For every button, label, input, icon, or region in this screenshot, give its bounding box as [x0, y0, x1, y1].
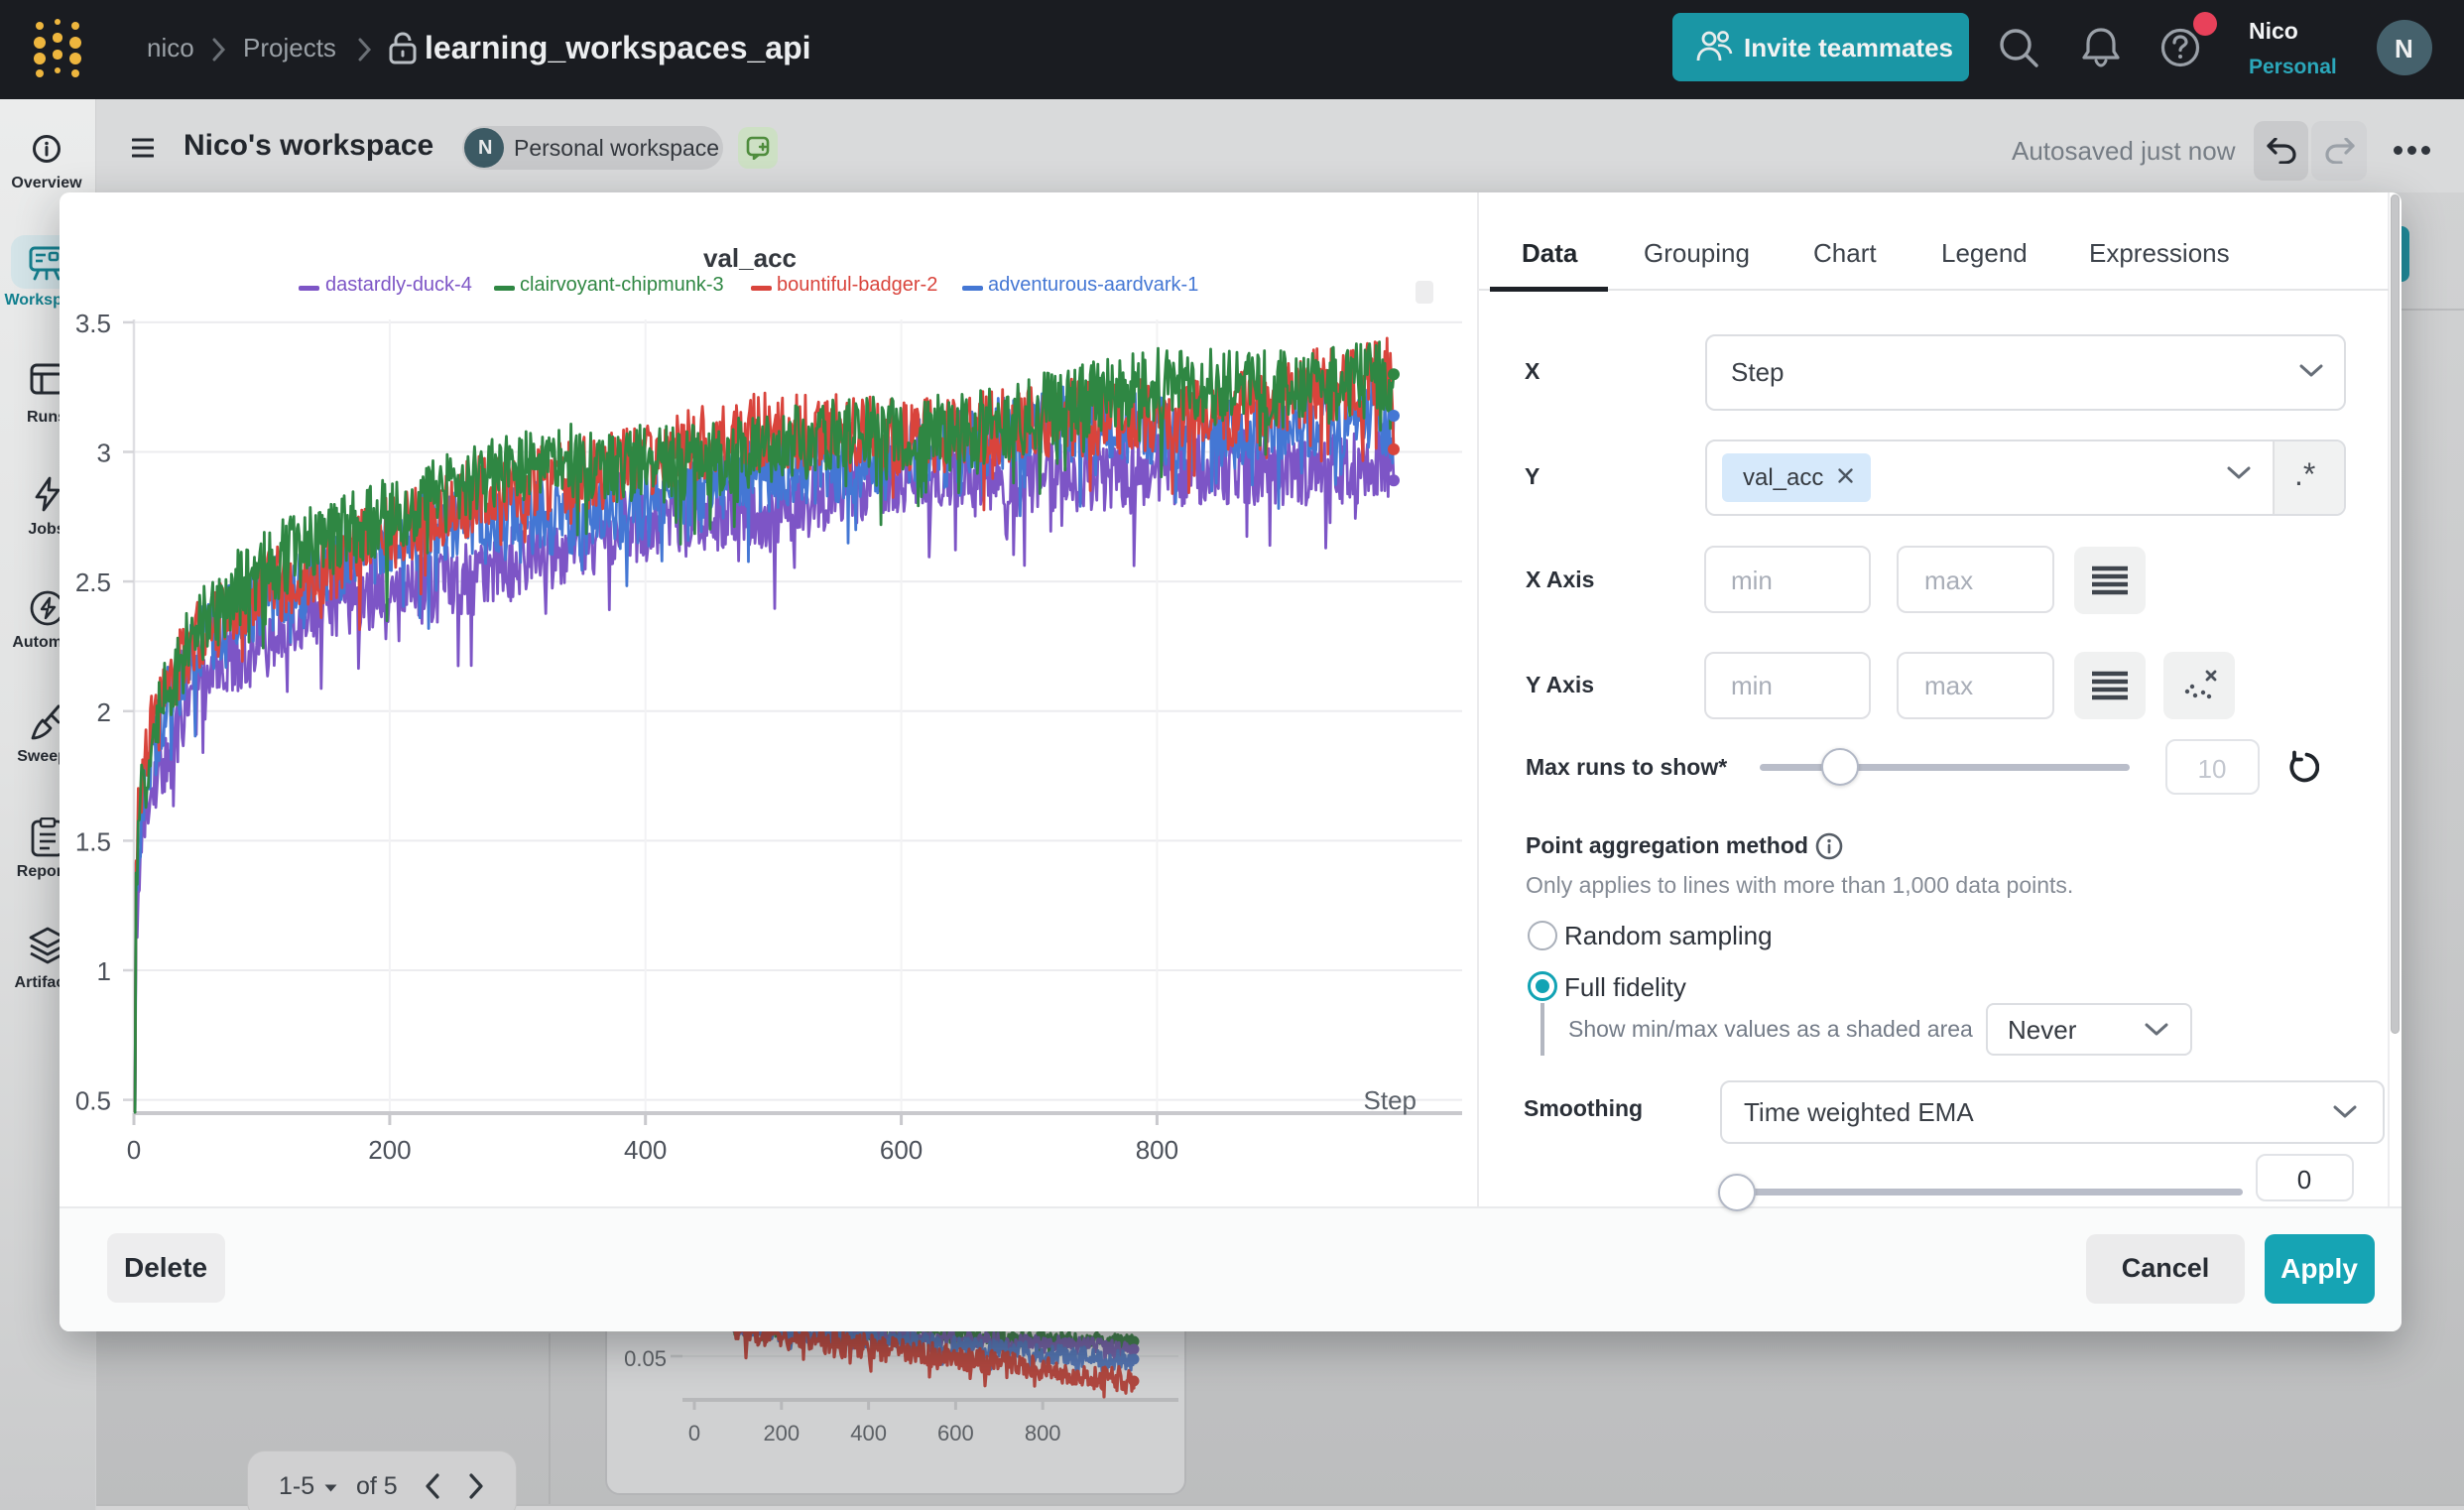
svg-text:0.5: 0.5 [75, 1086, 111, 1116]
svg-text:3: 3 [97, 439, 111, 468]
svg-text:0: 0 [127, 1135, 141, 1165]
svg-text:200: 200 [763, 1421, 800, 1446]
svg-text:400: 400 [624, 1135, 667, 1165]
svg-text:600: 600 [880, 1135, 923, 1165]
svg-text:1: 1 [97, 956, 111, 986]
svg-text:0.05: 0.05 [624, 1346, 667, 1371]
svg-text:1.5: 1.5 [75, 826, 111, 856]
svg-text:Step: Step [1364, 1085, 1417, 1115]
svg-text:2.5: 2.5 [75, 567, 111, 597]
svg-text:600: 600 [937, 1421, 974, 1446]
svg-text:2: 2 [97, 697, 111, 727]
svg-text:3.5: 3.5 [75, 309, 111, 338]
svg-text:200: 200 [368, 1135, 411, 1165]
svg-text:800: 800 [1025, 1421, 1061, 1446]
svg-text:400: 400 [850, 1421, 887, 1446]
svg-text:0: 0 [688, 1421, 700, 1446]
svg-text:800: 800 [1136, 1135, 1178, 1165]
